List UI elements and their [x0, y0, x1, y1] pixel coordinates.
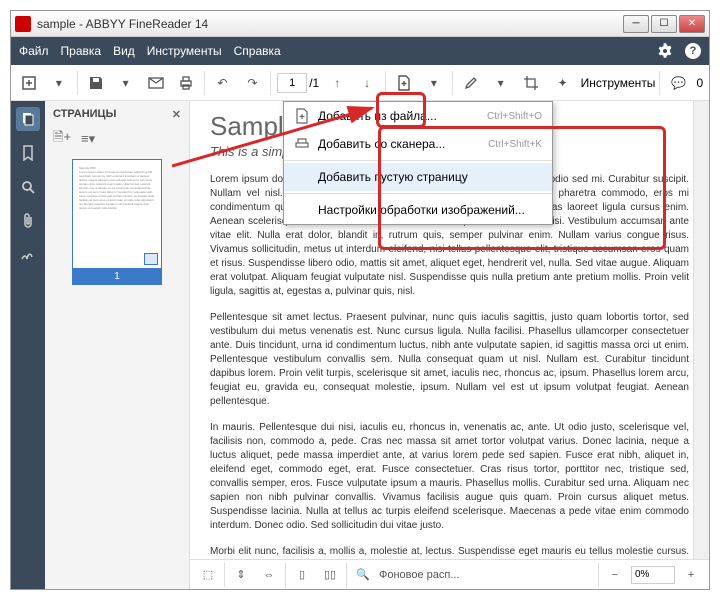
content-area: Sample PDF This is a simple PDF file. Fu… [190, 101, 709, 589]
rail-signature-icon[interactable] [16, 243, 40, 267]
chevron-down-icon[interactable]: ▾ [114, 69, 138, 97]
chevron-down-icon[interactable]: ▾ [47, 69, 71, 97]
add-page-dropdown: Добавить из файла... Ctrl+Shift+O Добави… [283, 101, 553, 225]
dropdown-separator [284, 193, 552, 194]
doc-paragraph: In mauris. Pellentesque dui nisi, iaculi… [210, 421, 689, 533]
toolbar: ▾ ▾ ↶ ↷ /1 ↑ ↓ ▾ ▾ ✦ Инструменты 💬 0 [11, 65, 709, 101]
doc-paragraph: Morbi elit nunc, facilisis a, mollis a, … [210, 545, 689, 559]
single-page-icon[interactable]: ▯ [290, 563, 314, 587]
menu-view[interactable]: Вид [113, 44, 135, 58]
dropdown-label: Добавить из файла... [318, 109, 479, 123]
blank-icon [294, 202, 310, 218]
page-nav: /1 [277, 73, 319, 93]
blank-icon [294, 169, 310, 185]
menubar: Файл Правка Вид Инструменты Справка ? [11, 37, 709, 65]
doc-paragraph: Pellentesque sit amet lectus. Praesent p… [210, 311, 689, 409]
fit-width-icon[interactable]: ⬚ [196, 563, 220, 587]
dropdown-label: Добавить со сканера... [318, 137, 480, 151]
page-down-button[interactable]: ↓ [355, 69, 379, 97]
edit-button[interactable] [459, 69, 483, 97]
rail-search-icon[interactable] [16, 175, 40, 199]
sidebar-add-icon[interactable]: 🗎+ [53, 128, 71, 150]
zoom-in-button[interactable]: + [679, 563, 703, 587]
rail-attach-icon[interactable] [16, 209, 40, 233]
save-button[interactable] [84, 69, 108, 97]
chevron-down-icon[interactable]: ▾ [489, 69, 513, 97]
help-icon[interactable]: ? [685, 43, 701, 59]
minimize-button[interactable]: ─ [623, 15, 649, 33]
wand-icon[interactable]: ✦ [549, 69, 577, 97]
document-area[interactable]: Sample PDF This is a simple PDF file. Fu… [190, 101, 709, 559]
dropdown-shortcut: Ctrl+Shift+K [488, 139, 542, 150]
page-up-button[interactable]: ↑ [325, 69, 349, 97]
print-button[interactable] [174, 69, 198, 97]
fit-label[interactable]: Фоновое расп... [379, 569, 460, 581]
rail-bookmark-icon[interactable] [16, 141, 40, 165]
thumbnail-number: 1 [72, 269, 162, 285]
new-button[interactable] [17, 69, 41, 97]
redo-button[interactable]: ↷ [240, 69, 264, 97]
maximize-button[interactable]: ☐ [651, 15, 677, 33]
two-page-icon[interactable]: ▯▯ [318, 563, 342, 587]
sidebar: СТРАНИЦЫ ✕ 🗎+ ≡▾ Sample PDFLorem ipsum d… [45, 101, 190, 589]
fit-page-icon[interactable]: ⇕ [229, 563, 253, 587]
crop-button[interactable] [519, 69, 543, 97]
dropdown-shortcut: Ctrl+Shift+O [487, 111, 542, 122]
dropdown-add-from-scanner[interactable]: Добавить со сканера... Ctrl+Shift+K [284, 130, 552, 158]
dropdown-label: Настройки обработки изображений... [318, 203, 542, 217]
settings-icon[interactable] [657, 43, 673, 59]
close-button[interactable]: ✕ [679, 15, 705, 33]
undo-button[interactable]: ↶ [210, 69, 234, 97]
dropdown-add-blank-page[interactable]: Добавить пустую страницу [284, 163, 552, 191]
menu-file[interactable]: Файл [19, 44, 49, 58]
dropdown-add-from-file[interactable]: Добавить из файла... Ctrl+Shift+O [284, 102, 552, 130]
add-page-button[interactable] [392, 69, 416, 97]
page-thumbnail[interactable]: Sample PDFLorem ipsum dolor sit amet con… [72, 159, 162, 285]
vertical-scrollbar[interactable] [693, 101, 709, 559]
menu-help[interactable]: Справка [234, 44, 281, 58]
menu-tools[interactable]: Инструменты [147, 44, 222, 58]
dropdown-label: Добавить пустую страницу [318, 170, 542, 184]
dropdown-separator [284, 160, 552, 161]
zoom-icon[interactable]: 🔍 [351, 563, 375, 587]
fit-height-icon[interactable]: ⇔ [257, 563, 281, 587]
comment-icon[interactable]: 💬 [664, 69, 692, 97]
dropdown-image-settings[interactable]: Настройки обработки изображений... [284, 196, 552, 224]
scanner-icon [294, 136, 310, 152]
sidebar-close-icon[interactable]: ✕ [172, 108, 181, 121]
page-current-input[interactable] [277, 73, 307, 93]
left-rail [11, 101, 45, 589]
sidebar-menu-icon[interactable]: ≡▾ [81, 131, 95, 147]
zoom-input[interactable] [631, 566, 675, 584]
file-plus-icon [294, 108, 310, 124]
rail-pages-icon[interactable] [16, 107, 40, 131]
titlebar: sample - ABBYY FineReader 14 ─ ☐ ✕ [11, 11, 709, 37]
statusbar: ⬚ ⇕ ⇔ ▯ ▯▯ 🔍 Фоновое расп... − + [190, 559, 709, 589]
menu-edit[interactable]: Правка [61, 44, 102, 58]
window-title: sample - ABBYY FineReader 14 [37, 17, 623, 31]
zoom-out-button[interactable]: − [603, 563, 627, 587]
tools-label[interactable]: Инструменты [581, 76, 656, 90]
thumbnail-image: Sample PDFLorem ipsum dolor sit amet con… [72, 159, 162, 269]
email-button[interactable] [144, 69, 168, 97]
chevron-down-icon[interactable]: ▾ [422, 69, 446, 97]
page-total: /1 [309, 76, 319, 90]
comment-count: 0 [696, 76, 703, 90]
app-icon [15, 16, 31, 32]
sidebar-title: СТРАНИЦЫ [53, 108, 116, 120]
